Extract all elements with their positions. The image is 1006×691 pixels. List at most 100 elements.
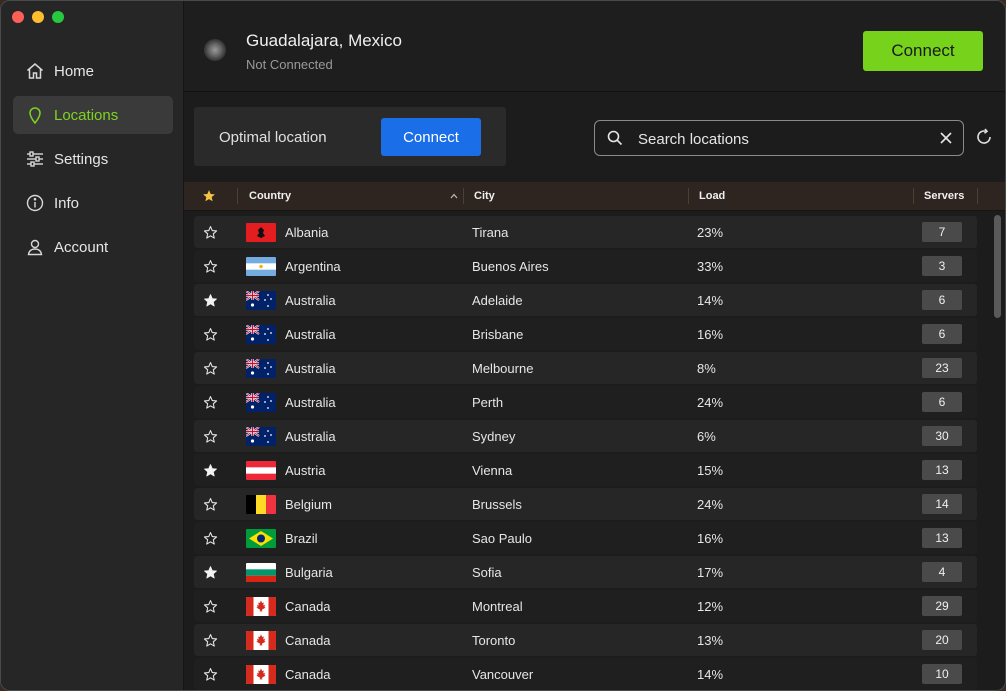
star-outline-icon[interactable] <box>203 633 218 648</box>
star-outline-icon[interactable] <box>203 429 218 444</box>
sidebar-item-label: Settings <box>54 150 109 168</box>
table-row[interactable]: Austria Vienna 15% 13 <box>194 454 977 486</box>
star-outline-icon[interactable] <box>203 327 218 342</box>
row-country: Brazil <box>285 531 318 546</box>
row-city: Sydney <box>472 429 516 444</box>
minimize-window-button[interactable] <box>32 11 44 23</box>
table-row[interactable]: Canada Montreal 12% 29 <box>194 590 977 622</box>
star-filled-icon[interactable] <box>203 463 218 478</box>
table-row[interactable]: Brazil Sao Paulo 16% 13 <box>194 522 977 554</box>
star-outline-icon[interactable] <box>203 599 218 614</box>
row-city: Toronto <box>472 633 516 648</box>
zoom-window-button[interactable] <box>52 11 64 23</box>
row-servers-badge: 29 <box>922 596 962 616</box>
row-country: Canada <box>285 667 331 682</box>
star-outline-icon[interactable] <box>203 531 218 546</box>
row-city: Buenos Aires <box>472 259 549 274</box>
sidebar-item-label: Info <box>54 194 80 212</box>
flag-icon <box>246 393 276 412</box>
table-row[interactable]: Australia Adelaide 14% 6 <box>194 284 977 316</box>
app-window: Home Locations Settings Info Account Gua… <box>0 0 1006 691</box>
locations-table: Albania Tirana 23% 7 Argentina Buenos Aires 33… <box>184 211 1005 690</box>
sidebar-item-settings[interactable]: Settings <box>13 140 173 178</box>
star-outline-icon[interactable] <box>203 395 218 410</box>
flag-icon <box>246 223 276 242</box>
search-input[interactable] <box>636 121 930 157</box>
vertical-scrollbar[interactable] <box>991 211 1005 690</box>
table-row[interactable]: Canada Vancouver 14% 10 <box>194 658 977 690</box>
row-load: 23% <box>697 225 724 240</box>
row-servers-badge: 6 <box>922 392 962 412</box>
row-country: Australia <box>285 429 336 444</box>
scrollbar-thumb[interactable] <box>994 215 1001 318</box>
row-servers-badge: 30 <box>922 426 962 446</box>
row-servers-badge: 4 <box>922 562 962 582</box>
sidebar-item-label: Locations <box>54 106 119 124</box>
flag-icon <box>246 665 276 684</box>
row-city: Sofia <box>472 565 502 580</box>
row-servers-badge: 10 <box>922 664 962 684</box>
flag-icon <box>246 631 276 650</box>
column-header-load[interactable]: Load <box>699 182 725 210</box>
sidebar-item-home[interactable]: Home <box>13 52 173 90</box>
sidebar-item-info[interactable]: Info <box>13 184 173 222</box>
sidebar-item-account[interactable]: Account <box>13 228 173 266</box>
flag-icon <box>246 529 276 548</box>
row-city: Vancouver <box>472 667 534 682</box>
row-load: 33% <box>697 259 724 274</box>
star-filled-icon[interactable] <box>203 293 218 308</box>
connect-button[interactable]: Connect <box>863 31 983 71</box>
info-icon <box>26 194 44 212</box>
row-country: Canada <box>285 633 331 648</box>
column-header-servers[interactable]: Servers <box>924 182 964 210</box>
row-servers-badge: 7 <box>922 222 962 242</box>
star-outline-icon[interactable] <box>203 667 218 682</box>
row-country: Argentina <box>285 259 341 274</box>
row-city: Vienna <box>472 463 513 478</box>
row-servers-badge: 20 <box>922 630 962 650</box>
current-location: Guadalajara, Mexico <box>246 31 402 50</box>
favorites-column-star-icon[interactable] <box>202 189 216 203</box>
flag-icon <box>246 257 276 276</box>
clear-search-icon[interactable] <box>939 131 953 145</box>
connection-status-bar: Guadalajara, Mexico Not Connected Connec… <box>184 1 1005 92</box>
column-separator <box>688 188 689 204</box>
optimal-location-label: Optimal location <box>219 129 327 146</box>
home-icon <box>27 63 43 79</box>
flag-icon <box>246 563 276 582</box>
table-row[interactable]: Canada Toronto 13% 20 <box>194 624 977 656</box>
table-row[interactable]: Australia Perth 24% 6 <box>194 386 977 418</box>
column-separator <box>463 188 464 204</box>
close-window-button[interactable] <box>12 11 24 23</box>
table-row[interactable]: Belgium Brussels 24% 14 <box>194 488 977 520</box>
optimal-connect-button[interactable]: Connect <box>381 118 481 156</box>
flag-icon <box>246 461 276 480</box>
row-load: 16% <box>697 327 724 342</box>
star-outline-icon[interactable] <box>203 225 218 240</box>
star-filled-icon[interactable] <box>203 565 218 580</box>
main-panel: Guadalajara, Mexico Not Connected Connec… <box>184 1 1005 690</box>
sidebar-item-locations[interactable]: Locations <box>13 96 173 134</box>
table-row[interactable]: Australia Sydney 6% 30 <box>194 420 977 452</box>
table-row[interactable]: Australia Melbourne 8% 23 <box>194 352 977 384</box>
star-outline-icon[interactable] <box>203 361 218 376</box>
row-load: 6% <box>697 429 716 444</box>
star-outline-icon[interactable] <box>203 497 218 512</box>
table-row[interactable]: Australia Brisbane 16% 6 <box>194 318 977 350</box>
flag-icon <box>246 427 276 446</box>
column-header-city[interactable]: City <box>474 182 495 210</box>
table-row[interactable]: Bulgaria Sofia 17% 4 <box>194 556 977 588</box>
column-header-country[interactable]: Country <box>249 182 291 210</box>
star-outline-icon[interactable] <box>203 259 218 274</box>
row-load: 24% <box>697 395 724 410</box>
row-country: Australia <box>285 361 336 376</box>
sidebar: Home Locations Settings Info Account <box>1 1 184 690</box>
column-separator <box>977 188 978 204</box>
row-country: Albania <box>285 225 329 240</box>
table-row[interactable]: Albania Tirana 23% 7 <box>194 216 977 248</box>
column-separator <box>913 188 914 204</box>
refresh-icon[interactable] <box>975 128 993 146</box>
connection-status-indicator <box>204 39 226 61</box>
table-row[interactable]: Argentina Buenos Aires 33% 3 <box>194 250 977 282</box>
search-icon <box>607 130 623 146</box>
